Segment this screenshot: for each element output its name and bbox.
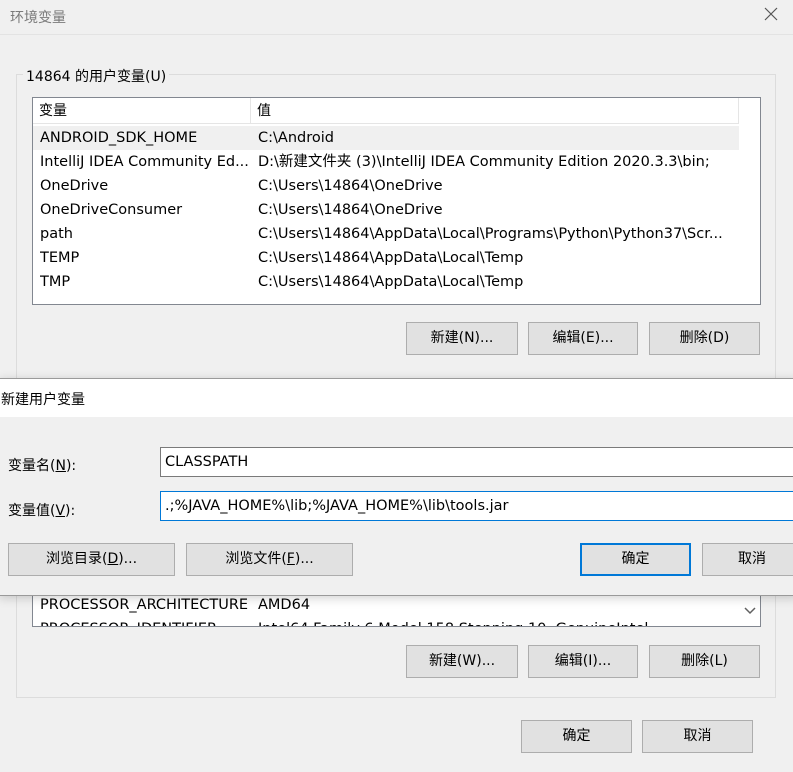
variable-name-label: 变量名(N): bbox=[8, 455, 76, 475]
browse-directory-button[interactable]: 浏览目录(D)... bbox=[8, 543, 175, 576]
variable-value-cell: C:\Android bbox=[258, 130, 334, 146]
dialog-titlebar[interactable]: 新建用户变量 bbox=[0, 379, 793, 417]
variable-value-cell: AMD64 bbox=[258, 597, 311, 613]
variable-name-cell: PROCESSOR_ARCHITECTURE bbox=[40, 597, 248, 613]
new-user-variable-dialog: 新建用户变量 变量名(N): CLASSPATH 变量值(V): .;%JAVA… bbox=[0, 378, 793, 596]
access-key: D bbox=[107, 551, 119, 567]
table-row[interactable]: OneDrive C:\Users\14864\OneDrive bbox=[33, 174, 739, 198]
scroll-down-icon[interactable] bbox=[740, 595, 760, 626]
label-text: ): bbox=[65, 503, 76, 519]
variable-name-cell: PROCESSOR_IDENTIFIER bbox=[40, 617, 248, 626]
variable-value-input[interactable]: .;%JAVA_HOME%\lib;%JAVA_HOME%\lib\tools.… bbox=[160, 491, 793, 521]
variable-value-cell: C:\Users\14864\AppData\Local\Temp bbox=[258, 250, 524, 266]
cancel-button[interactable]: 取消 bbox=[642, 720, 753, 753]
system-vars-list[interactable]: PROCESSOR_ARCHITECTURE AMD64 PROCESSOR_I… bbox=[32, 594, 761, 627]
user-new-button[interactable]: 新建(N)... bbox=[406, 322, 518, 355]
system-edit-button[interactable]: 编辑(I)... bbox=[528, 645, 638, 678]
column-header-variable[interactable]: 变量 bbox=[33, 98, 250, 124]
table-row[interactable]: path C:\Users\14864\AppData\Local\Program… bbox=[33, 222, 739, 246]
user-delete-button[interactable]: 删除(D) bbox=[649, 322, 760, 355]
access-key: N bbox=[55, 458, 66, 474]
table-row[interactable]: ANDROID_SDK_HOME C:\Android bbox=[33, 126, 739, 150]
variable-name-cell: path bbox=[40, 226, 73, 242]
user-edit-button[interactable]: 编辑(E)... bbox=[528, 322, 638, 355]
button-label: 浏览文件( bbox=[225, 551, 287, 567]
variable-value-label: 变量值(V): bbox=[8, 500, 75, 520]
access-key: F bbox=[286, 551, 295, 567]
access-key: V bbox=[55, 503, 66, 519]
button-label: 浏览目录( bbox=[45, 551, 108, 567]
dialog-ok-button[interactable]: 确定 bbox=[580, 543, 691, 576]
table-row[interactable]: PROCESSOR_IDENTIFIER Intel64 Family 6 Mo… bbox=[33, 617, 739, 626]
variable-name-cell: IntelliJ IDEA Community Ed... bbox=[40, 154, 248, 170]
table-row[interactable]: TMP C:\Users\14864\AppData\Local\Temp bbox=[33, 270, 739, 294]
variable-name-input[interactable]: CLASSPATH bbox=[160, 447, 793, 477]
variable-value-cell: Intel64 Family 6 Model 158 Stepping 10, … bbox=[258, 617, 734, 626]
column-separator[interactable] bbox=[738, 98, 739, 124]
label-text: ): bbox=[65, 458, 77, 474]
table-row[interactable]: OneDriveConsumer C:\Users\14864\OneDrive bbox=[33, 198, 739, 222]
table-row[interactable]: TEMP C:\Users\14864\AppData\Local\Temp bbox=[33, 246, 739, 270]
variable-name-cell: ANDROID_SDK_HOME bbox=[40, 130, 198, 146]
variable-name-cell: OneDrive bbox=[40, 178, 109, 194]
system-delete-button[interactable]: 删除(L) bbox=[649, 645, 760, 678]
button-label: )... bbox=[294, 551, 314, 567]
label-text: 变量值( bbox=[8, 503, 56, 519]
dialog-cancel-button[interactable]: 取消 bbox=[702, 543, 793, 576]
window-title: 环境变量 bbox=[10, 10, 66, 26]
table-row[interactable]: PROCESSOR_ARCHITECTURE AMD64 bbox=[33, 595, 739, 617]
system-new-button[interactable]: 新建(W)... bbox=[406, 645, 518, 678]
variable-name-cell: OneDriveConsumer bbox=[40, 202, 183, 218]
close-icon[interactable] bbox=[762, 5, 780, 23]
column-header-value[interactable]: 值 bbox=[251, 98, 738, 124]
browse-file-button[interactable]: 浏览文件(F)... bbox=[186, 543, 353, 576]
button-label: )... bbox=[118, 551, 138, 567]
label-text: 变量名( bbox=[8, 458, 56, 474]
user-vars-list[interactable]: 变量 值 ANDROID_SDK_HOME C:\Android IntelliJ … bbox=[32, 97, 761, 305]
table-row[interactable]: IntelliJ IDEA Community Ed... D:\新建文件夹 (3… bbox=[33, 150, 739, 174]
variable-value-cell: C:\Users\14864\AppData\Local\Programs\Py… bbox=[258, 226, 723, 242]
variable-value-cell: D:\新建文件夹 (3)\IntelliJ IDEA Community Edi… bbox=[258, 154, 710, 170]
dialog-title: 新建用户变量 bbox=[1, 392, 85, 408]
variable-name-cell: TEMP bbox=[40, 250, 80, 266]
variable-value-cell: C:\Users\14864\OneDrive bbox=[258, 202, 443, 218]
variable-value-cell: C:\Users\14864\OneDrive bbox=[258, 178, 443, 194]
list-header: 变量 值 bbox=[33, 98, 739, 124]
user-vars-group-label: 14864 的用户变量(U) bbox=[23, 66, 170, 86]
variable-name-cell: TMP bbox=[40, 274, 71, 290]
ok-button[interactable]: 确定 bbox=[521, 720, 632, 753]
variable-value-cell: C:\Users\14864\AppData\Local\Temp bbox=[258, 274, 524, 290]
